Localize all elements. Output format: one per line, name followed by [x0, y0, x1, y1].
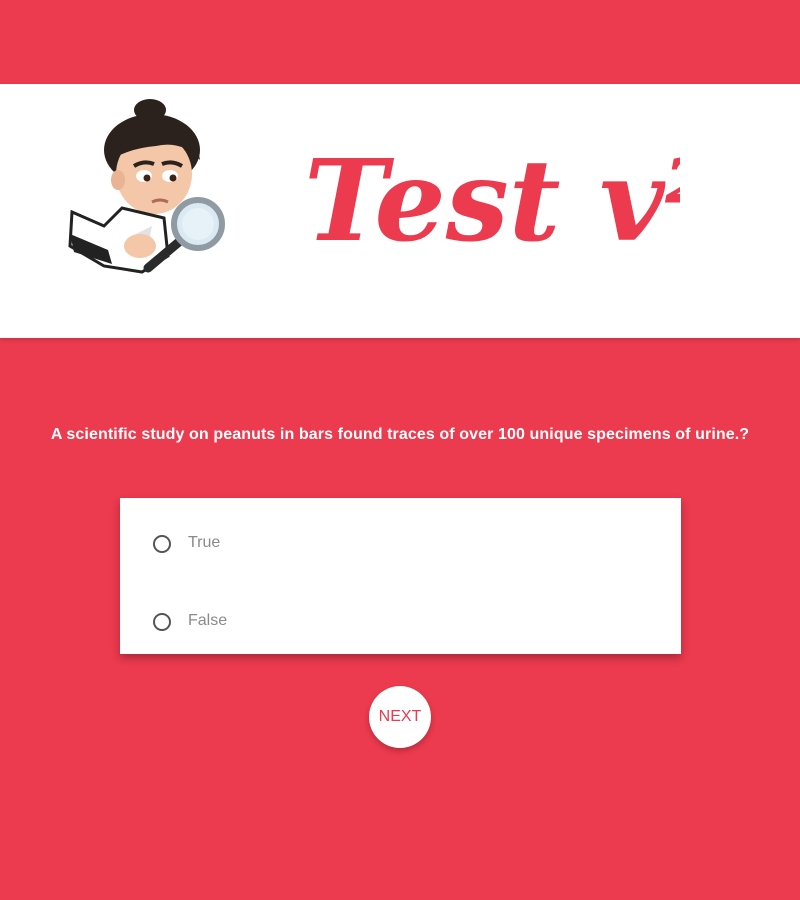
next-button-label: NEXT — [378, 708, 422, 725]
option-true[interactable]: True — [120, 514, 681, 574]
option-false[interactable]: False — [120, 592, 681, 652]
bitmoji-detective-magnifier-icon — [68, 99, 225, 274]
option-true-label: True — [188, 534, 221, 551]
question-text: A scientific study on peanuts in bars fo… — [50, 426, 750, 443]
app-logo: Test v² — [304, 136, 680, 266]
option-false-label: False — [188, 612, 228, 629]
radio-false[interactable] — [153, 613, 171, 631]
next-button[interactable]: NEXT — [369, 686, 431, 748]
radio-true[interactable] — [153, 535, 171, 553]
app-title: Test v² — [304, 136, 680, 266]
answer-options-card: True False — [120, 498, 681, 654]
